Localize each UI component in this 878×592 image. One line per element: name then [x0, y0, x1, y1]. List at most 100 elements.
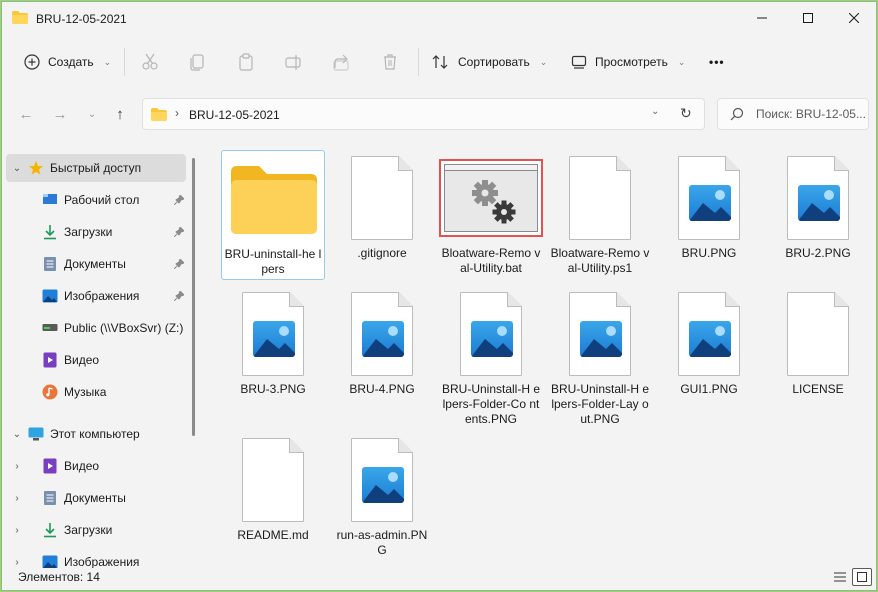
sidebar-item-label: Музыка — [64, 385, 107, 399]
pictures-icon — [42, 554, 58, 568]
file-item[interactable]: Bloatware-Remo val-Utility.ps1 — [548, 150, 652, 276]
sidebar-item-pc-pictures[interactable]: › Изображения — [6, 548, 186, 568]
sidebar-item-label: Этот компьютер — [50, 427, 140, 441]
video-icon — [42, 458, 58, 474]
search-input[interactable] — [756, 107, 866, 121]
recent-locations-button[interactable]: ⌄ — [80, 102, 104, 126]
breadcrumb-separator: › — [175, 106, 179, 120]
file-item-bat[interactable]: Bloatware-Remo val-Utility.bat — [439, 150, 543, 276]
file-name: BRU-Uninstall-H elpers-Folder-Lay out.PN… — [550, 382, 650, 426]
blank-file-icon — [766, 286, 870, 382]
file-item-image[interactable]: BRU-Uninstall-H elpers-Folder-Co ntents.… — [439, 286, 543, 427]
view-icon — [571, 55, 587, 69]
image-file-icon — [548, 286, 652, 382]
file-item-image[interactable]: BRU-Uninstall-H elpers-Folder-Lay out.PN… — [548, 286, 652, 427]
sidebar-item-pc-documents[interactable]: › Документы — [6, 484, 186, 512]
file-name: LICENSE — [792, 382, 844, 396]
close-icon — [849, 13, 859, 23]
breadcrumb-current[interactable]: BRU-12-05-2021 — [189, 108, 280, 122]
title-bar[interactable]: BRU-12-05-2021 — [2, 2, 876, 36]
refresh-icon[interactable]: ↻ — [680, 105, 692, 122]
folder-icon — [222, 151, 326, 247]
up-button[interactable]: ↑ — [108, 102, 132, 126]
address-history-button[interactable]: ⌄ — [651, 106, 659, 117]
sidebar-item-video[interactable]: Видео — [6, 346, 186, 374]
chevron-right-icon[interactable]: › — [6, 461, 28, 472]
rename-button[interactable] — [285, 46, 303, 78]
file-item-image[interactable]: BRU-2.PNG — [766, 150, 870, 261]
paste-button[interactable] — [237, 46, 255, 78]
documents-icon — [42, 256, 58, 272]
address-bar[interactable]: › BRU-12-05-2021 ⌄ ↻ — [142, 98, 705, 130]
large-icons-view-button[interactable] — [852, 568, 872, 586]
maximize-button[interactable] — [785, 2, 831, 34]
share-button[interactable] — [333, 46, 351, 78]
share-icon — [333, 54, 349, 71]
sidebar-item-pictures[interactable]: Изображения — [6, 282, 186, 310]
sort-icon — [432, 55, 448, 69]
sidebar-item-music[interactable]: Музыка — [6, 378, 186, 406]
sort-button[interactable]: Сортировать ⌄ — [432, 46, 547, 78]
maximize-icon — [803, 13, 813, 23]
back-button[interactable]: ← — [14, 102, 38, 126]
arrow-right-icon: → — [52, 105, 68, 123]
file-name: BRU-4.PNG — [349, 382, 415, 396]
pictures-icon — [42, 288, 58, 304]
view-button[interactable]: Просмотреть ⌄ — [571, 46, 685, 78]
more-button[interactable]: ••• — [709, 46, 725, 78]
sidebar-item-public-drive[interactable]: Public (\\VBoxSvr) (Z:) — [6, 314, 186, 342]
chevron-right-icon[interactable]: › — [6, 493, 28, 504]
file-item[interactable]: README.md — [221, 432, 325, 543]
blank-file-icon — [330, 150, 434, 246]
chevron-right-icon[interactable]: › — [6, 557, 28, 568]
plus-circle-icon — [24, 54, 40, 70]
sidebar-item-desktop[interactable]: Рабочий стол — [6, 186, 186, 214]
sidebar-item-label: Рабочий стол — [64, 193, 140, 207]
sidebar-item-pc-video[interactable]: › Видео — [6, 452, 186, 480]
file-grid: BRU-uninstall-he lpers .gitignore Bloatw… — [208, 148, 868, 568]
download-icon — [42, 224, 58, 240]
folder-icon — [151, 108, 167, 124]
image-file-icon — [221, 286, 325, 382]
scissors-icon — [142, 53, 158, 70]
list-view-icon — [834, 572, 846, 582]
forward-button[interactable]: → — [48, 102, 72, 126]
file-item[interactable]: LICENSE — [766, 286, 870, 397]
highlight-box — [439, 159, 543, 237]
file-item-image[interactable]: BRU-4.PNG — [330, 286, 434, 397]
details-view-button[interactable] — [830, 568, 850, 586]
chevron-down-icon[interactable]: ⌄ — [6, 163, 28, 174]
desktop-icon — [42, 192, 58, 208]
sidebar-item-downloads[interactable]: Загрузки — [6, 218, 186, 246]
delete-button[interactable] — [381, 46, 399, 78]
file-name: BRU-3.PNG — [240, 382, 306, 396]
file-item-image[interactable]: BRU-3.PNG — [221, 286, 325, 397]
music-icon — [42, 384, 58, 400]
minimize-icon — [757, 17, 767, 19]
file-name: run-as-admin.PN G — [336, 528, 428, 557]
chevron-down-icon[interactable]: ⌄ — [6, 429, 28, 440]
file-item-image[interactable]: BRU.PNG — [657, 150, 761, 261]
copy-icon — [190, 54, 204, 71]
window-title: BRU-12-05-2021 — [36, 12, 127, 26]
sidebar-item-this-pc[interactable]: ⌄ Этот компьютер — [6, 420, 186, 448]
file-item-image[interactable]: run-as-admin.PN G — [330, 432, 434, 558]
chevron-right-icon[interactable]: › — [6, 525, 28, 536]
file-item-folder[interactable]: BRU-uninstall-he lpers — [221, 150, 325, 280]
file-item[interactable]: .gitignore — [330, 150, 434, 261]
sidebar-item-quick-access[interactable]: ⌄ Быстрый доступ — [6, 154, 186, 182]
sidebar-scrollbar[interactable] — [192, 158, 195, 436]
sidebar-item-label: Загрузки — [64, 225, 113, 239]
file-item-image[interactable]: GUI1.PNG — [657, 286, 761, 397]
create-button[interactable]: Создать ⌄ — [24, 46, 111, 78]
cut-button[interactable] — [141, 46, 159, 78]
search-box[interactable] — [717, 98, 869, 130]
close-button[interactable] — [831, 2, 876, 34]
chevron-down-icon: ⌄ — [87, 108, 97, 120]
sidebar-item-documents[interactable]: Документы — [6, 250, 186, 278]
minimize-button[interactable] — [739, 2, 785, 34]
copy-button[interactable] — [189, 46, 207, 78]
sidebar-item-label: Загрузки — [64, 523, 113, 537]
image-file-icon — [657, 286, 761, 382]
sidebar-item-pc-downloads[interactable]: › Загрузки — [6, 516, 186, 544]
